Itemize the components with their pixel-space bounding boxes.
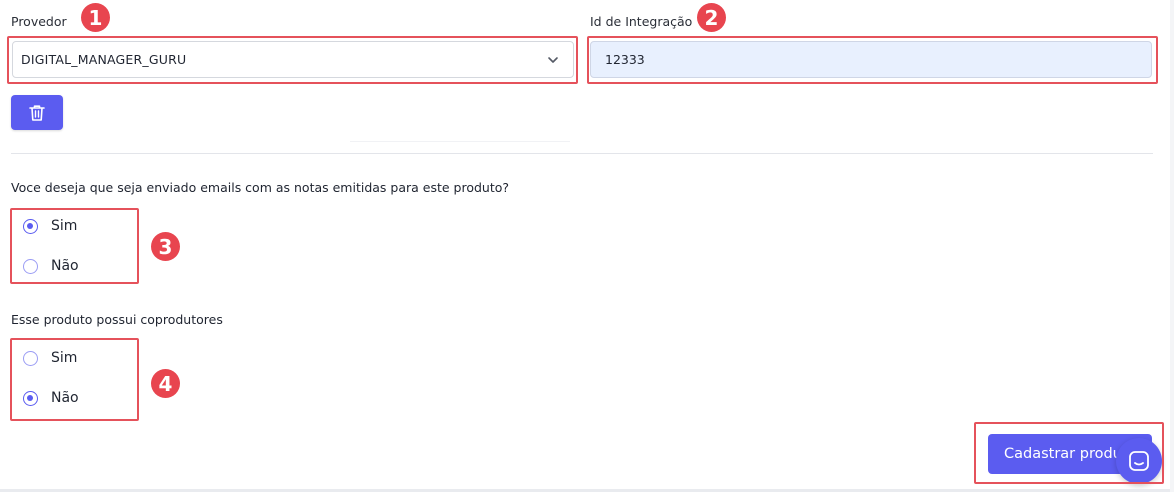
highlight-box-coproducers-options — [10, 338, 139, 421]
highlight-box-provider — [7, 36, 578, 84]
page-right-edge — [1170, 0, 1174, 492]
highlight-box-email-options — [10, 208, 139, 284]
annotation-badge-2: 2 — [697, 3, 726, 32]
email-question-text: Voce deseja que seja enviado emails com … — [11, 180, 510, 195]
highlight-box-submit — [974, 422, 1164, 484]
provider-label: Provedor — [11, 14, 67, 29]
annotation-badge-1: 1 — [81, 3, 110, 32]
annotation-badge-4: 4 — [151, 369, 180, 398]
annotation-badge-3: 3 — [151, 232, 180, 261]
integration-id-label: Id de Integração — [590, 14, 693, 29]
coproducers-question-text: Esse produto possui coprodutores — [11, 312, 223, 327]
trash-icon — [29, 104, 45, 121]
section-divider — [11, 153, 1153, 154]
highlight-box-integration-id — [587, 36, 1158, 84]
section-divider-faint — [350, 141, 570, 142]
delete-button[interactable] — [11, 95, 63, 130]
